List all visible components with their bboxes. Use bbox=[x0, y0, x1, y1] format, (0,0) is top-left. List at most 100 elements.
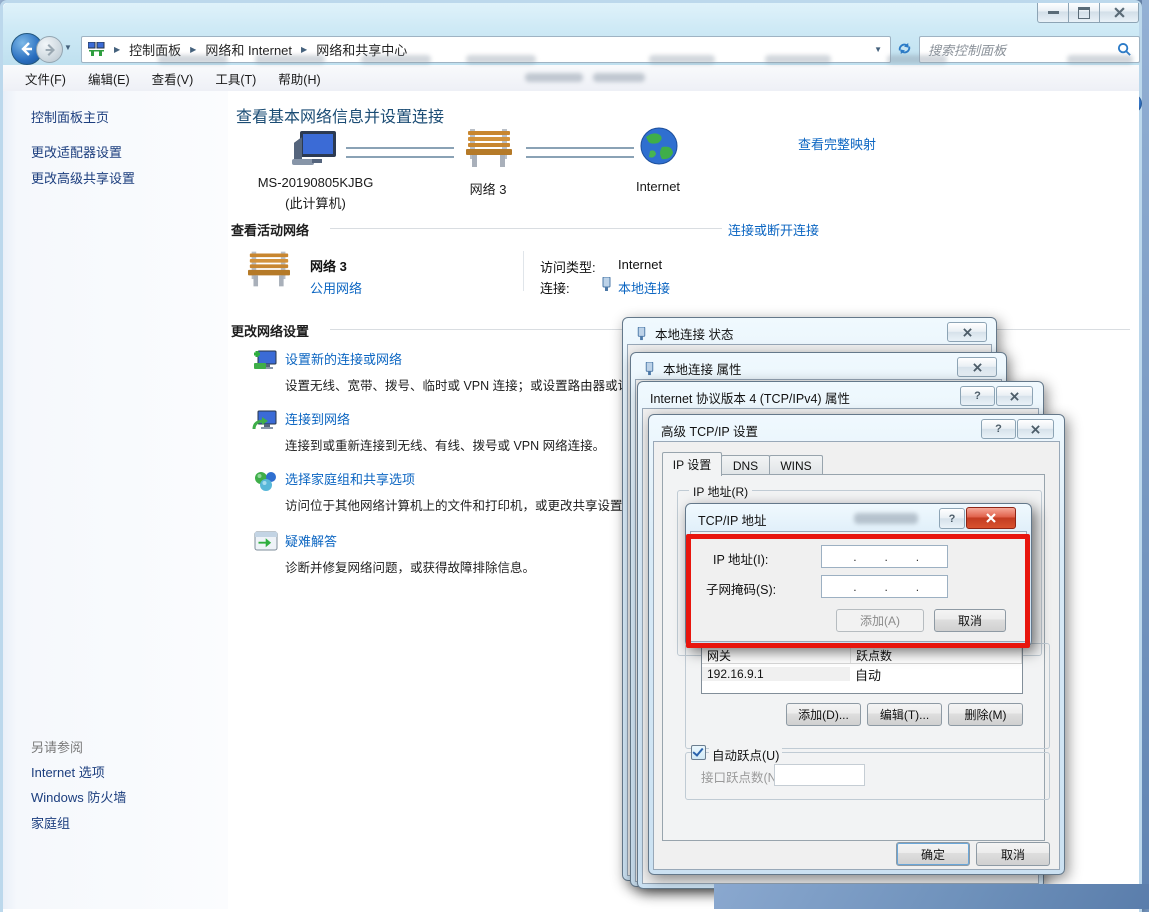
connection-icon bbox=[635, 327, 648, 341]
menu-edit[interactable]: 编辑(E) bbox=[88, 69, 130, 88]
sidebar-item-homegroup[interactable]: 家庭组 bbox=[31, 813, 70, 832]
close-button[interactable] bbox=[957, 357, 997, 377]
blur-artifact bbox=[1067, 55, 1133, 64]
dialog-properties-title: 本地连接 属性 bbox=[643, 359, 741, 378]
close-icon bbox=[1031, 425, 1040, 434]
map-connector bbox=[346, 147, 454, 158]
metric-value: 自动 bbox=[850, 665, 1022, 684]
access-type-label: 访问类型: bbox=[540, 257, 596, 276]
sidebar-item-internet-options[interactable]: Internet 选项 bbox=[31, 762, 105, 781]
map-internet-label[interactable]: Internet bbox=[613, 179, 703, 194]
gateway-delete-button[interactable]: 删除(M) bbox=[948, 703, 1023, 726]
help-button[interactable]: ? bbox=[960, 386, 995, 406]
close-icon bbox=[986, 513, 996, 523]
help-button[interactable]: ? bbox=[939, 508, 965, 529]
interface-metric-input bbox=[774, 764, 865, 786]
ok-button[interactable]: 确定 bbox=[896, 842, 970, 866]
local-connection-link[interactable]: 本地连接 bbox=[618, 278, 670, 297]
desktop-background bbox=[1142, 0, 1149, 909]
gateway-table[interactable]: 网关 跃点数 192.16.9.1 自动 bbox=[701, 646, 1023, 694]
map-connector bbox=[526, 147, 634, 158]
forward-button[interactable] bbox=[36, 36, 63, 63]
network-type-link[interactable]: 公用网络 bbox=[310, 278, 362, 297]
see-also-header: 另请参阅 bbox=[31, 737, 83, 756]
gateway-edit-button[interactable]: 编辑(T)... bbox=[867, 703, 942, 726]
close-icon bbox=[973, 363, 982, 372]
connect-to-network-link[interactable]: 连接到网络 bbox=[285, 409, 350, 428]
dialog-ipv4-title: Internet 协议版本 4 (TCP/IPv4) 属性 bbox=[650, 388, 850, 407]
gateway-table-header: 网关 跃点数 bbox=[702, 647, 1022, 664]
map-computer-name: MS-20190805KJBG bbox=[248, 175, 383, 190]
close-button[interactable] bbox=[966, 507, 1016, 529]
change-settings-header: 更改网络设置 bbox=[231, 321, 309, 340]
new-connection-icon bbox=[252, 349, 278, 373]
check-icon bbox=[692, 745, 703, 757]
blur-artifact bbox=[361, 55, 431, 64]
tab-dns[interactable]: DNS bbox=[721, 455, 770, 476]
close-button[interactable] bbox=[1099, 3, 1139, 23]
gateway-value: 192.16.9.1 bbox=[702, 667, 850, 681]
blur-artifact bbox=[158, 55, 228, 64]
tab-ip-settings[interactable]: IP 设置 bbox=[662, 452, 722, 476]
maximize-button[interactable] bbox=[1068, 3, 1100, 23]
network-location-icon bbox=[88, 42, 105, 57]
computer-icon bbox=[288, 129, 340, 173]
network-bench-icon bbox=[466, 127, 512, 169]
blur-artifact bbox=[255, 55, 325, 64]
dialog-advanced-title: 高级 TCP/IP 设置 bbox=[661, 421, 758, 440]
troubleshoot-desc: 诊断并修复网络问题，或获得故障排除信息。 bbox=[285, 557, 535, 576]
homegroup-options-link[interactable]: 选择家庭组和共享选项 bbox=[285, 469, 415, 488]
blur-artifact bbox=[525, 73, 583, 82]
refresh-icon bbox=[897, 41, 912, 56]
dialog-address-title: TCP/IP 地址 bbox=[698, 510, 767, 529]
page-title: 查看基本网络信息并设置连接 bbox=[236, 103, 444, 127]
cancel-button[interactable]: 取消 bbox=[976, 842, 1050, 866]
blur-artifact bbox=[887, 55, 947, 64]
blur-artifact bbox=[593, 73, 645, 82]
close-icon bbox=[1114, 7, 1125, 18]
connection-icon bbox=[643, 362, 656, 376]
breadcrumb-dropdown-icon[interactable]: ▼ bbox=[874, 45, 882, 54]
troubleshoot-icon bbox=[254, 531, 278, 553]
minimize-button[interactable] bbox=[1037, 3, 1069, 23]
homegroup-icon bbox=[254, 469, 278, 493]
divider bbox=[330, 228, 722, 229]
gateway-row[interactable]: 192.16.9.1 自动 bbox=[702, 664, 1022, 684]
map-network-label[interactable]: 网络 3 bbox=[443, 179, 533, 198]
blur-artifact bbox=[765, 55, 831, 64]
sidebar-item-sharing-settings[interactable]: 更改高级共享设置 bbox=[31, 168, 135, 187]
col-gateway: 网关 bbox=[702, 647, 851, 663]
back-arrow-icon bbox=[19, 41, 35, 57]
sidebar-item-firewall[interactable]: Windows 防火墙 bbox=[31, 787, 126, 806]
active-network-bench-icon bbox=[248, 249, 290, 289]
help-button[interactable]: ? bbox=[981, 419, 1016, 439]
connect-network-icon bbox=[252, 409, 278, 433]
interface-metric-label: 接口跃点数(N): bbox=[701, 767, 784, 786]
highlight-rectangle bbox=[686, 534, 1030, 648]
active-network-name: 网络 3 bbox=[310, 256, 347, 275]
tab-wins[interactable]: WINS bbox=[769, 455, 823, 476]
access-type-value: Internet bbox=[618, 257, 662, 272]
menu-view[interactable]: 查看(V) bbox=[152, 69, 194, 88]
menu-tools[interactable]: 工具(T) bbox=[215, 69, 256, 88]
close-button[interactable] bbox=[1017, 419, 1054, 439]
auto-metric-checkbox[interactable] bbox=[691, 745, 706, 760]
close-button[interactable] bbox=[947, 322, 987, 342]
maximize-icon bbox=[1078, 7, 1090, 19]
gateway-add-button[interactable]: 添加(D)... bbox=[786, 703, 861, 726]
ip-address-group-label: IP 地址(R) bbox=[689, 483, 752, 500]
connect-disconnect-link[interactable]: 连接或断开连接 bbox=[728, 220, 819, 239]
close-button[interactable] bbox=[996, 386, 1033, 406]
troubleshoot-link[interactable]: 疑难解答 bbox=[285, 531, 337, 550]
sidebar-item-adapter-settings[interactable]: 更改适配器设置 bbox=[31, 142, 122, 161]
view-full-map-link[interactable]: 查看完整映射 bbox=[798, 134, 876, 153]
setup-new-connection-desc: 设置无线、宽带、拨号、临时或 VPN 连接；或设置路由器或访问点。 bbox=[285, 375, 668, 394]
col-metric: 跃点数 bbox=[851, 647, 1022, 663]
blur-artifact bbox=[854, 513, 918, 524]
map-computer-sub: (此计算机) bbox=[248, 193, 383, 212]
recent-pages-dropdown[interactable]: ▼ bbox=[64, 43, 72, 52]
menu-file[interactable]: 文件(F) bbox=[25, 69, 66, 88]
sidebar-item-home[interactable]: 控制面板主页 bbox=[31, 107, 109, 126]
menu-help[interactable]: 帮助(H) bbox=[278, 69, 320, 88]
setup-new-connection-link[interactable]: 设置新的连接或网络 bbox=[285, 349, 402, 368]
